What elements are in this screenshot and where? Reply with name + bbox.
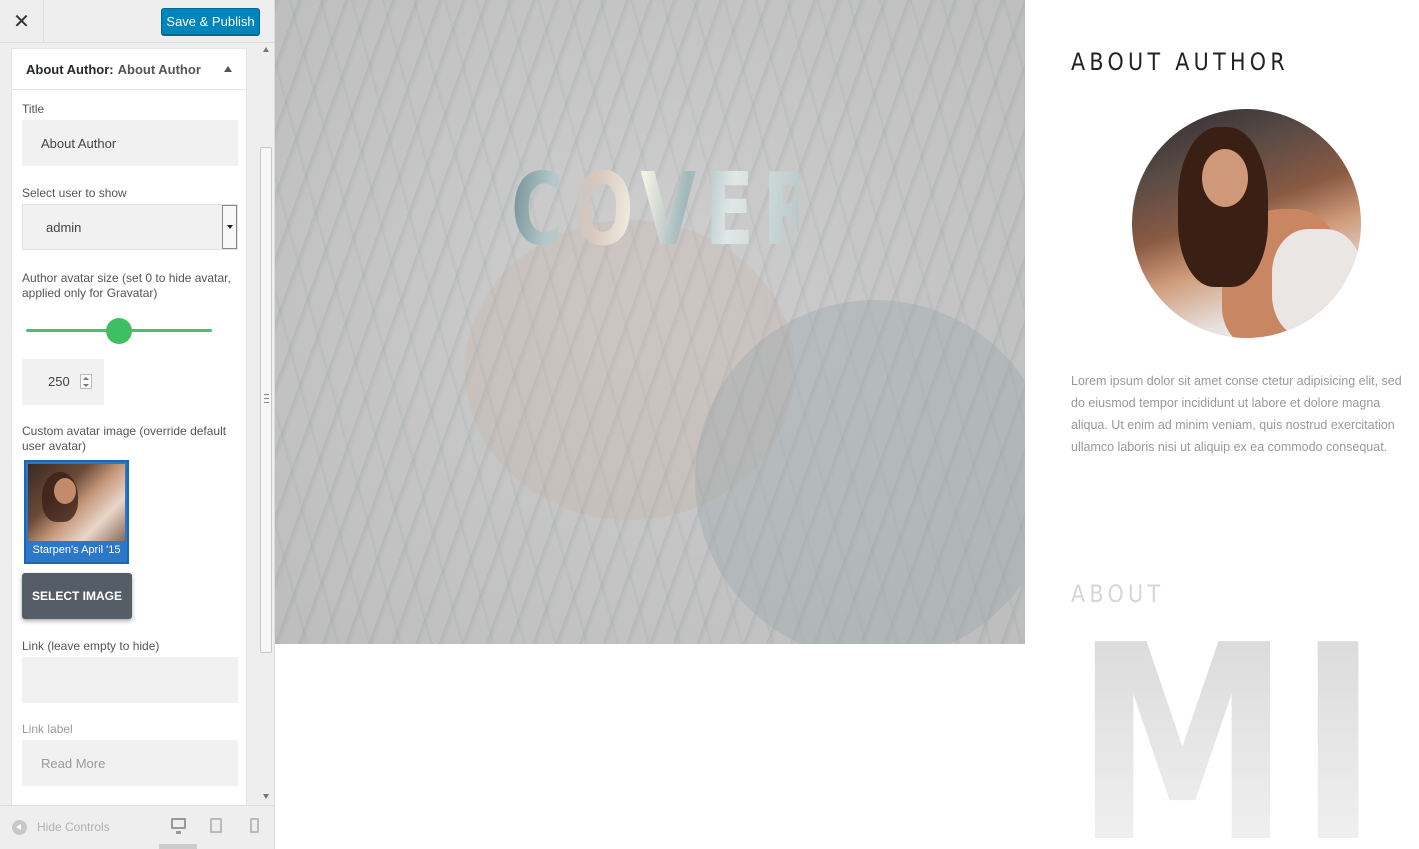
author-bio-text: Lorem ipsum dolor sit amet conse ctetur … xyxy=(1071,374,1402,454)
scroll-up-arrow-icon[interactable] xyxy=(263,47,269,52)
hide-controls-icon[interactable] xyxy=(12,820,27,835)
scrollbar-thumb[interactable] xyxy=(260,147,272,653)
save-publish-button[interactable]: Save & Publish xyxy=(161,8,260,35)
custom-avatar-label: Custom avatar image (override default us… xyxy=(22,424,227,453)
number-spinner-icon[interactable] xyxy=(80,374,92,389)
avatar-thumbnail-image xyxy=(28,464,125,541)
widget-section: About Author: About Author Title About A… xyxy=(11,48,247,808)
avatar-size-slider-handle[interactable] xyxy=(106,318,132,344)
tablet-preview-icon[interactable] xyxy=(210,818,222,833)
customizer-header: ✕ Save & Publish xyxy=(0,0,274,43)
select-user-label: Select user to show xyxy=(22,186,127,200)
thumbnail-caption: Starpen's April '15 xyxy=(32,544,121,556)
select-dropdown-arrow-icon[interactable] xyxy=(222,205,237,249)
link-input[interactable] xyxy=(22,657,238,703)
widget-section-header[interactable]: About Author: About Author xyxy=(12,49,246,90)
scroll-down-arrow-icon[interactable] xyxy=(263,794,269,799)
active-device-indicator xyxy=(159,844,197,849)
author-avatar-image xyxy=(1132,109,1361,338)
link-label-label: Link label xyxy=(22,722,73,736)
link-label: Link (leave empty to hide) xyxy=(22,639,160,653)
close-icon[interactable]: ✕ xyxy=(0,0,44,43)
user-select-value: admin xyxy=(46,219,82,235)
panel-scrollbar[interactable] xyxy=(258,43,274,805)
custom-avatar-thumbnail[interactable]: Starpen's April '15 xyxy=(24,460,129,564)
avatar-size-number-input[interactable]: 250 xyxy=(22,359,104,405)
section-header-name: About Author xyxy=(117,61,201,77)
mobile-preview-icon[interactable] xyxy=(250,818,259,833)
hide-controls-label[interactable]: Hide Controls xyxy=(37,820,110,834)
about-author-widget-title: ABOUT AUTHOR xyxy=(1071,48,1289,76)
scrollbar-grip-icon xyxy=(264,394,269,403)
avatar-size-label: Author avatar size (set 0 to hide avatar… xyxy=(22,271,231,300)
decorative-big-letters: MI xyxy=(1075,610,1386,849)
section-header-prefix: About Author: xyxy=(26,61,114,77)
select-image-button[interactable]: SELECT IMAGE xyxy=(22,573,132,619)
desktop-preview-icon[interactable] xyxy=(171,818,186,834)
collapse-arrow-icon[interactable] xyxy=(224,66,232,72)
hero-banner-image: COVERS xyxy=(275,0,1025,644)
title-label: Title xyxy=(22,102,45,116)
title-input[interactable]: About Author xyxy=(22,120,238,166)
hero-title: COVERS xyxy=(511,151,888,268)
avatar-size-value: 250 xyxy=(48,374,70,389)
customizer-footer: Hide Controls xyxy=(0,805,274,849)
link-label-input[interactable]: Read More xyxy=(22,740,238,786)
user-select[interactable]: admin xyxy=(22,204,238,250)
customizer-panel: ✕ Save & Publish About Author: About Aut… xyxy=(0,0,275,849)
